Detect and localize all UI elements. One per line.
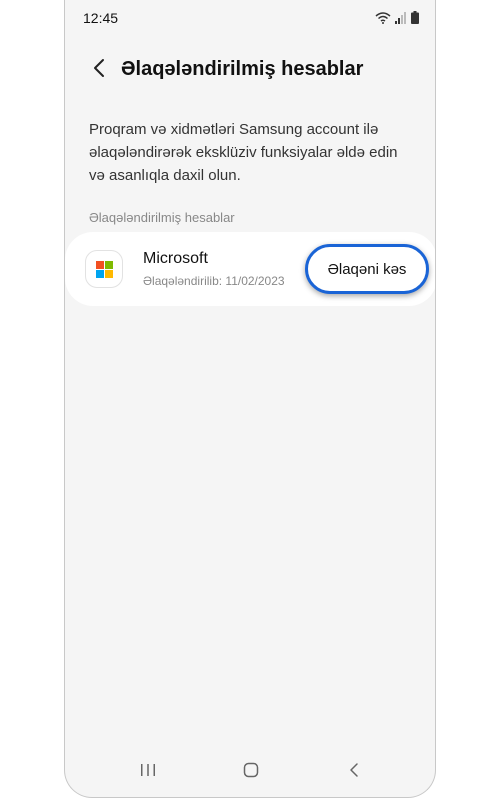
disconnect-button[interactable]: Əlaqəni kəs: [305, 244, 429, 294]
section-header: Əlaqələndirilmiş hesablar: [89, 210, 235, 225]
back-nav-icon[interactable]: [339, 757, 369, 783]
wifi-icon: [375, 11, 391, 24]
status-icons: [375, 11, 419, 24]
status-bar: 12:45: [65, 0, 435, 38]
back-button[interactable]: [85, 56, 113, 84]
battery-icon: [411, 11, 419, 24]
account-status: Əlaqələndirilib: 11/02/2023: [143, 274, 285, 288]
recent-apps-icon[interactable]: [133, 757, 163, 783]
header: Əlaqələndirilmiş hesablar: [65, 50, 435, 90]
account-card-microsoft: Microsoft Əlaqələndirilib: 11/02/2023 Əl…: [65, 232, 435, 306]
status-time: 12:45: [83, 10, 119, 26]
signal-icon: [395, 11, 407, 24]
chevron-left-icon: [92, 58, 106, 83]
navigation-bar: [65, 743, 435, 797]
home-icon[interactable]: [236, 757, 266, 783]
microsoft-logo-icon: [85, 250, 123, 288]
description-text: Proqram və xidmətləri Samsung account il…: [89, 121, 398, 184]
page-title: Əlaqələndirilmiş hesablar: [121, 58, 364, 80]
phone-screen: 12:45 Əlaqələndirilmiş hesablar Proqram …: [64, 0, 436, 798]
account-name: Microsoft: [143, 250, 208, 267]
